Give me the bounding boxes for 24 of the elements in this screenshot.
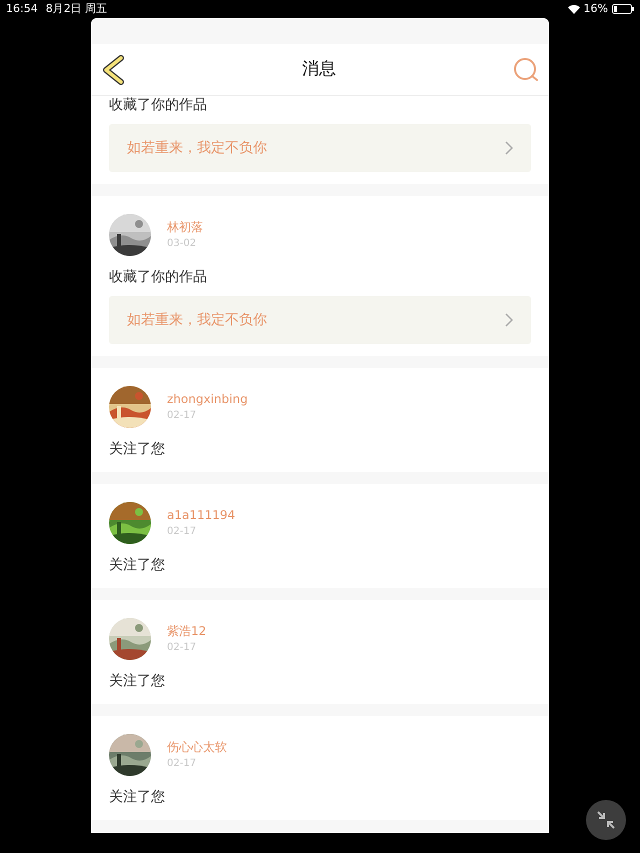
message-text: 收藏了你的作品 [109,97,207,113]
wifi-icon [568,4,580,14]
user-name[interactable]: a1a111194 [167,508,236,522]
user-name[interactable]: zhongxinbing [167,392,248,406]
page-title: 消息 [302,58,336,79]
user-name[interactable]: 紫浩12 [167,624,206,638]
chevron-icon [505,313,513,327]
work-link[interactable]: 如若重来，我定不负你 [109,124,531,172]
message-text: 关注了您 [109,673,165,689]
back-icon[interactable] [101,54,125,84]
message-text: 收藏了你的作品 [109,269,207,285]
message-text: 关注了您 [109,441,165,457]
collapse-icon [596,810,616,830]
battery-percent: 16% [584,0,608,17]
chevron-icon [505,141,513,155]
status-date: 8月2日 周五 [46,0,108,17]
user-name[interactable]: 伤心心太软 [167,740,227,754]
message-text: 关注了您 [109,557,165,573]
battery-icon [612,4,634,14]
message-text: 关注了您 [109,789,165,805]
work-link[interactable]: 如若重来，我定不负你 [109,296,531,344]
collapse-button[interactable] [586,800,626,840]
user-name[interactable]: 林初落 [167,220,203,234]
status-time: 16:54 [6,0,38,17]
